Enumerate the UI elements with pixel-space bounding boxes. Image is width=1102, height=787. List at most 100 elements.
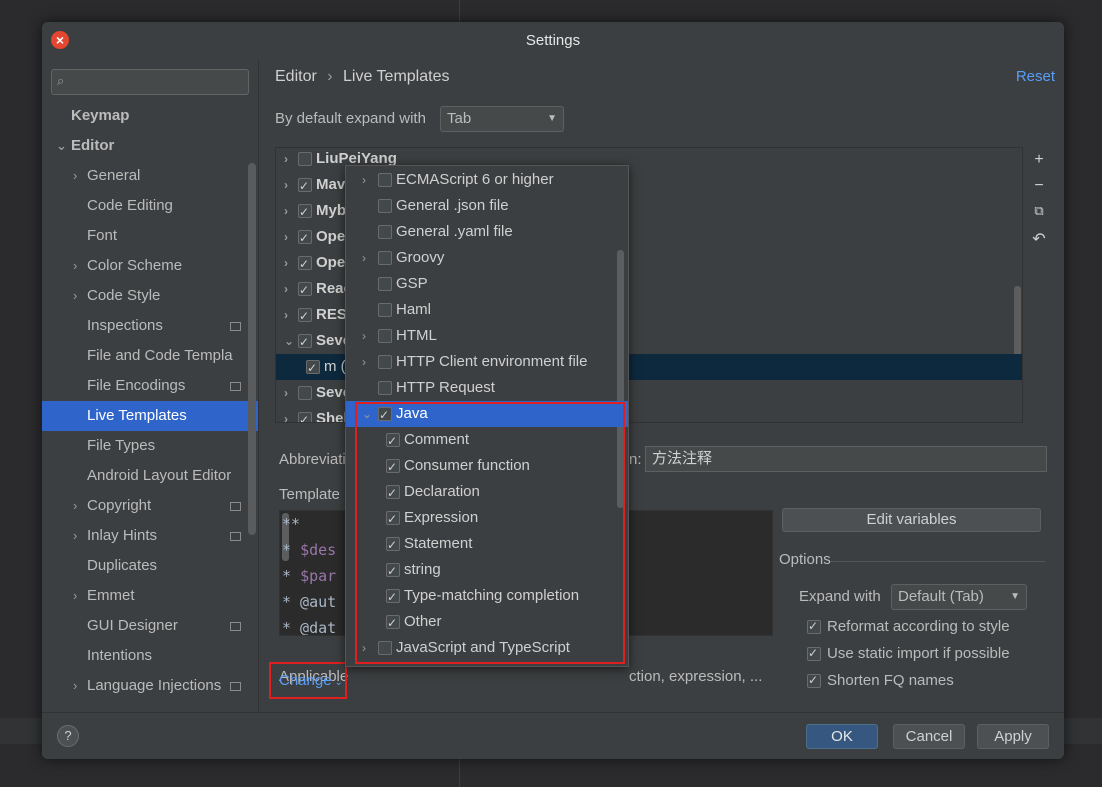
checkbox[interactable]: [378, 173, 392, 187]
chevron-down-icon[interactable]: ⌄: [284, 328, 294, 354]
edit-variables-button[interactable]: Edit variables: [782, 508, 1041, 532]
checkbox[interactable]: [378, 355, 392, 369]
chevron-right-icon[interactable]: ›: [73, 521, 77, 551]
chevron-right-icon[interactable]: ›: [284, 380, 288, 406]
copy-icon[interactable]: ⧉: [1031, 203, 1047, 219]
checkbox[interactable]: [807, 669, 821, 691]
chevron-right-icon[interactable]: ›: [284, 406, 288, 422]
sidebar-item[interactable]: ⌄ Editor: [42, 131, 258, 161]
sidebar-item[interactable]: Intentions: [42, 641, 258, 671]
sidebar-item[interactable]: › General: [42, 161, 258, 191]
checkbox[interactable]: [378, 277, 392, 291]
checkbox[interactable]: [807, 642, 821, 664]
context-item[interactable]: › Groovy: [346, 245, 628, 271]
chevron-right-icon[interactable]: ›: [284, 250, 288, 276]
checkbox[interactable]: [807, 615, 821, 637]
context-item[interactable]: › HTML: [346, 323, 628, 349]
chevron-right-icon[interactable]: ›: [73, 251, 77, 281]
chevron-right-icon[interactable]: ›: [284, 198, 288, 224]
sidebar-item[interactable]: › Color Scheme: [42, 251, 258, 281]
checkbox[interactable]: [378, 329, 392, 343]
sidebar-item[interactable]: › Inlay Hints: [42, 521, 258, 551]
ok-button[interactable]: OK: [806, 724, 878, 749]
checkbox[interactable]: [306, 355, 320, 381]
chevron-down-icon[interactable]: ⌄: [56, 131, 67, 161]
checkbox[interactable]: [298, 407, 312, 422]
chevron-right-icon[interactable]: ›: [73, 491, 77, 521]
checkbox[interactable]: [298, 277, 312, 303]
expand-with-select[interactable]: Tab ▼: [440, 106, 564, 132]
option-checkbox-row[interactable]: Shorten FQ names: [807, 669, 1047, 692]
checkbox[interactable]: [298, 225, 312, 251]
checkbox[interactable]: [378, 303, 392, 317]
sidebar-item[interactable]: Android Layout Editor: [42, 461, 258, 491]
description-value: 方法注释: [652, 450, 713, 467]
context-item[interactable]: HTTP Request: [346, 375, 628, 401]
search-input[interactable]: ⌕: [51, 69, 249, 95]
sidebar-item[interactable]: Live Templates: [42, 401, 258, 431]
chevron-right-icon[interactable]: ›: [362, 349, 366, 375]
sidebar-item[interactable]: GUI Designer: [42, 611, 258, 641]
context-item[interactable]: › HTTP Client environment file: [346, 349, 628, 375]
sidebar-scrollbar[interactable]: [248, 163, 256, 535]
checkbox[interactable]: [298, 303, 312, 329]
chevron-right-icon[interactable]: ›: [284, 302, 288, 328]
chevron-right-icon[interactable]: ›: [362, 167, 366, 193]
sidebar-item-label: Android Layout Editor: [87, 467, 232, 484]
cancel-button[interactable]: Cancel: [893, 724, 965, 749]
checkbox[interactable]: [378, 251, 392, 265]
add-icon[interactable]: +: [1031, 151, 1047, 169]
change-contexts-link[interactable]: Change ⌄: [269, 662, 347, 699]
checkbox[interactable]: [298, 173, 312, 199]
sidebar-item[interactable]: Font: [42, 221, 258, 251]
checkbox[interactable]: [298, 386, 312, 400]
breadcrumb-parent[interactable]: Editor: [275, 68, 317, 85]
context-item-label: General .json file: [396, 197, 509, 214]
chevron-right-icon[interactable]: ›: [73, 281, 77, 311]
chevron-right-icon[interactable]: ›: [73, 581, 77, 611]
chevron-right-icon[interactable]: ›: [362, 323, 366, 349]
option-checkbox-row[interactable]: Reformat according to style: [807, 615, 1047, 638]
context-item[interactable]: General .yaml file: [346, 219, 628, 245]
sidebar-item[interactable]: › Emmet: [42, 581, 258, 611]
checkbox[interactable]: [298, 199, 312, 225]
undo-icon[interactable]: ↶: [1031, 229, 1047, 249]
chevron-right-icon[interactable]: ›: [73, 671, 77, 701]
options-expand-label: Expand with: [799, 588, 881, 605]
remove-icon[interactable]: −: [1031, 177, 1047, 195]
context-item[interactable]: GSP: [346, 271, 628, 297]
checkbox[interactable]: [298, 251, 312, 277]
chevron-right-icon[interactable]: ›: [284, 148, 288, 172]
breadcrumb: Editor › Live Templates: [275, 68, 449, 86]
options-expand-select[interactable]: Default (Tab) ▼: [891, 584, 1027, 610]
sidebar-item[interactable]: Code Editing: [42, 191, 258, 221]
checkbox[interactable]: [298, 152, 312, 166]
context-item[interactable]: Haml: [346, 297, 628, 323]
chevron-right-icon[interactable]: ›: [73, 161, 77, 191]
help-button[interactable]: ?: [57, 725, 79, 747]
checkbox[interactable]: [378, 381, 392, 395]
sidebar-item[interactable]: File Types: [42, 431, 258, 461]
apply-button[interactable]: Apply: [977, 724, 1049, 749]
option-checkbox-row[interactable]: Use static import if possible: [807, 642, 1047, 665]
chevron-right-icon[interactable]: ›: [284, 224, 288, 250]
description-field[interactable]: 方法注释: [645, 446, 1047, 472]
sidebar-item[interactable]: › Code Style: [42, 281, 258, 311]
checkbox[interactable]: [378, 199, 392, 213]
tree-row-label: Shel: [316, 410, 348, 423]
chevron-right-icon[interactable]: ›: [284, 276, 288, 302]
reset-link[interactable]: Reset: [1016, 68, 1055, 85]
sidebar-item[interactable]: File and Code Templa: [42, 341, 258, 371]
sidebar-item[interactable]: › Language Injections: [42, 671, 258, 701]
sidebar-item[interactable]: Keymap: [42, 101, 258, 131]
chevron-right-icon[interactable]: ›: [362, 245, 366, 271]
checkbox[interactable]: [298, 329, 312, 355]
context-item[interactable]: › ECMAScript 6 or higher: [346, 167, 628, 193]
checkbox[interactable]: [378, 225, 392, 239]
sidebar-item[interactable]: › Copyright: [42, 491, 258, 521]
chevron-right-icon[interactable]: ›: [284, 172, 288, 198]
sidebar-item[interactable]: Inspections: [42, 311, 258, 341]
context-item[interactable]: General .json file: [346, 193, 628, 219]
sidebar-item[interactable]: Duplicates: [42, 551, 258, 581]
sidebar-item[interactable]: File Encodings: [42, 371, 258, 401]
